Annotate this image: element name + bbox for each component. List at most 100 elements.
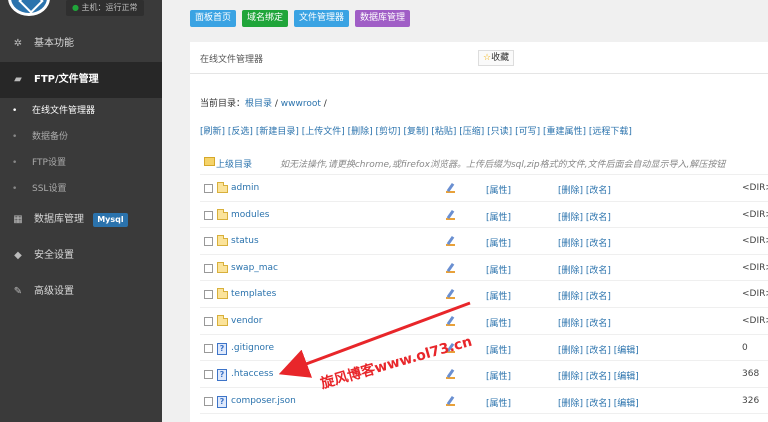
- browser-notice: 如无法操作,请更换chrome,或firefox浏览器。上传后缀为sql,zip…: [280, 160, 726, 170]
- row-checkbox[interactable]: [204, 370, 213, 380]
- file-size: <DIR>: [742, 262, 768, 273]
- file-attr-link[interactable]: [属性]: [486, 263, 511, 276]
- action-readonly[interactable]: [只读]: [487, 127, 512, 137]
- row-checkbox[interactable]: [204, 237, 213, 247]
- file-attr-link[interactable]: [属性]: [486, 183, 511, 196]
- file-name[interactable]: .gitignore: [231, 343, 274, 353]
- file-size: <DIR>: [742, 289, 768, 300]
- edit-pencil-icon[interactable]: [446, 183, 455, 193]
- action-upload[interactable]: [上传文件]: [302, 127, 345, 137]
- action-delete[interactable]: [删除]: [348, 127, 373, 137]
- action-compress[interactable]: [压缩]: [459, 127, 484, 137]
- logo: [8, 0, 50, 16]
- file-ops-links[interactable]: [删除] [改名] [编辑]: [558, 343, 639, 356]
- file-name[interactable]: status: [231, 236, 259, 246]
- file-size: <DIR>: [742, 236, 768, 247]
- file-attr-link[interactable]: [属性]: [486, 316, 511, 329]
- unknown-file-icon: ?: [217, 369, 227, 382]
- sub-item-file-manager[interactable]: 在线文件管理器: [0, 98, 162, 124]
- star-icon: ☆: [483, 53, 492, 63]
- row-checkbox[interactable]: [204, 184, 213, 193]
- file-size: <DIR>: [742, 315, 768, 326]
- row-checkbox[interactable]: [204, 396, 213, 406]
- action-copy[interactable]: [复制]: [403, 127, 428, 137]
- file-attr-link[interactable]: [属性]: [486, 210, 511, 223]
- tab-file-manager[interactable]: 文件管理器: [294, 10, 350, 27]
- tab-dashboard[interactable]: 面板首页: [190, 10, 237, 27]
- breadcrumb-root[interactable]: 根目录: [245, 99, 272, 109]
- nav-item-ftp-files[interactable]: ▰ FTP/文件管理: [0, 62, 162, 98]
- edit-pencil-icon[interactable]: [446, 236, 455, 247]
- favorite-button[interactable]: ☆收藏: [478, 50, 515, 66]
- file-manager-panel: 在线文件管理器 ☆收藏 当前目录：根目录 / wwwroot / [刷新] [反…: [190, 42, 768, 422]
- edit-pencil-icon[interactable]: [446, 316, 455, 326]
- sub-item-backup[interactable]: 数据备份: [0, 124, 162, 150]
- edit-pencil-icon[interactable]: [446, 396, 455, 406]
- file-ops-links[interactable]: [删除] [改名]: [558, 289, 611, 302]
- nav-item-database[interactable]: ▦ 数据库管理 Mysql: [0, 202, 162, 238]
- table-row: admin [属性] [删除] [改名] <DIR>: [200, 175, 768, 202]
- edit-pencil-icon[interactable]: [446, 263, 455, 273]
- sub-item-ftp-settings[interactable]: FTP设置: [0, 150, 162, 176]
- file-name[interactable]: modules: [231, 210, 269, 220]
- file-size: <DIR>: [742, 183, 768, 193]
- edit-pencil-icon[interactable]: [446, 369, 455, 380]
- file-name[interactable]: vendor: [231, 316, 263, 326]
- folder-icon: [217, 182, 228, 193]
- file-size: <DIR>: [742, 209, 768, 220]
- file-ops-links[interactable]: [删除] [改名]: [558, 210, 611, 223]
- file-ops-links[interactable]: [删除] [改名]: [558, 263, 611, 276]
- table-icon: ▦: [13, 214, 23, 225]
- row-checkbox[interactable]: [204, 343, 213, 353]
- row-checkbox[interactable]: [204, 210, 213, 220]
- file-ops-links[interactable]: [删除] [改名]: [558, 316, 611, 329]
- file-ops-links[interactable]: [删除] [改名]: [558, 236, 611, 249]
- nav-label: 数据库管理: [34, 214, 84, 225]
- action-new-folder[interactable]: [新建目录]: [256, 127, 299, 137]
- nav-item-basic[interactable]: ✲ 基本功能: [0, 26, 162, 62]
- file-attr-link[interactable]: [属性]: [486, 289, 511, 302]
- action-refresh[interactable]: [刷新]: [200, 127, 225, 137]
- action-rebuild-attr[interactable]: [重建属性]: [543, 127, 586, 137]
- action-writable[interactable]: [可写]: [515, 127, 540, 137]
- file-ops-links[interactable]: [删除] [改名] [编辑]: [558, 369, 639, 382]
- breadcrumb-current[interactable]: wwwroot: [281, 99, 321, 109]
- file-ops-links[interactable]: [删除] [改名] [编辑]: [558, 396, 639, 409]
- file-attr-link[interactable]: [属性]: [486, 343, 511, 356]
- file-name[interactable]: .htaccess: [231, 369, 273, 379]
- file-name[interactable]: admin: [231, 183, 259, 193]
- folder-icon: [217, 235, 228, 247]
- table-row: ? composer.json [属性] [删除] [改名] [编辑] 326: [200, 388, 768, 415]
- file-name[interactable]: composer.json: [231, 396, 296, 406]
- table-row: status [属性] [删除] [改名] <DIR>: [200, 228, 768, 255]
- edit-pencil-icon[interactable]: [446, 210, 455, 220]
- file-name[interactable]: swap_mac: [231, 263, 278, 273]
- edit-pencil-icon[interactable]: [446, 289, 455, 300]
- table-row: ? .htaccess [属性] [删除] [改名] [编辑] 368: [200, 361, 768, 388]
- nav-label: FTP/文件管理: [34, 74, 99, 85]
- action-invert-select[interactable]: [反选]: [228, 127, 253, 137]
- folder-icon: [217, 208, 228, 220]
- sub-item-ssl-settings[interactable]: SSL设置: [0, 176, 162, 202]
- action-cut[interactable]: [剪切]: [376, 127, 401, 137]
- file-size: 0: [742, 342, 748, 353]
- file-attr-link[interactable]: [属性]: [486, 236, 511, 249]
- file-attr-link[interactable]: [属性]: [486, 369, 511, 382]
- file-attr-link[interactable]: [属性]: [486, 396, 511, 409]
- action-remote-download[interactable]: [远程下载]: [589, 127, 632, 137]
- tab-database[interactable]: 数据库管理: [355, 10, 411, 27]
- table-row: swap_mac [属性] [删除] [改名] <DIR>: [200, 255, 768, 282]
- row-checkbox[interactable]: [204, 263, 213, 273]
- file-name[interactable]: templates: [231, 289, 276, 299]
- action-paste[interactable]: [粘贴]: [431, 127, 456, 137]
- nav-item-advanced[interactable]: ✎ 高级设置: [0, 274, 162, 310]
- file-ops-links[interactable]: [删除] [改名]: [558, 183, 611, 196]
- breadcrumb-tail: /: [320, 99, 327, 109]
- parent-dir-link[interactable]: 上级目录: [216, 157, 252, 170]
- shield-icon: ◆: [14, 250, 22, 261]
- tab-domain-binding[interactable]: 域名绑定: [242, 10, 289, 27]
- row-checkbox[interactable]: [204, 316, 213, 326]
- file-table: 上级目录 如无法操作,请更换chrome,或firefox浏览器。上传后缀为sq…: [200, 150, 768, 415]
- nav-item-security[interactable]: ◆ 安全设置: [0, 238, 162, 274]
- row-checkbox[interactable]: [204, 290, 213, 300]
